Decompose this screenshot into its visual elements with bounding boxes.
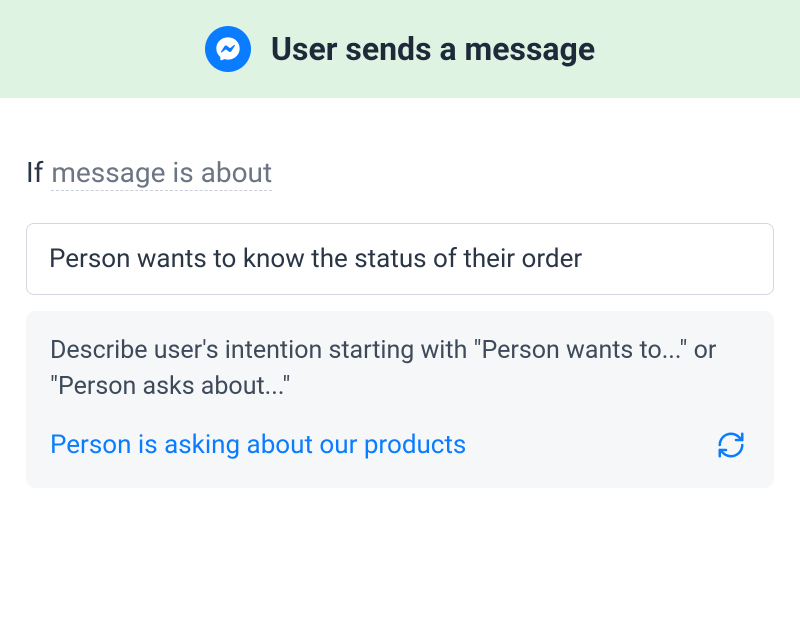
refresh-icon bbox=[716, 430, 746, 460]
trigger-title: User sends a message bbox=[271, 30, 595, 68]
trigger-header: User sends a message bbox=[0, 0, 800, 98]
suggestion-row: Person is asking about our products bbox=[50, 426, 750, 464]
condition-prefix: If bbox=[26, 156, 43, 189]
intention-input[interactable] bbox=[26, 223, 774, 295]
hint-text: Describe user's intention starting with … bbox=[50, 333, 750, 406]
messenger-icon bbox=[205, 26, 251, 72]
condition-subject-dropdown[interactable]: message is about bbox=[51, 156, 272, 191]
suggestion-text[interactable]: Person is asking about our products bbox=[50, 430, 466, 460]
condition-line: If message is about bbox=[26, 156, 774, 191]
refresh-suggestion-button[interactable] bbox=[712, 426, 750, 464]
content-area: If message is about Describe user's inte… bbox=[0, 98, 800, 488]
hint-box: Describe user's intention starting with … bbox=[26, 311, 774, 488]
